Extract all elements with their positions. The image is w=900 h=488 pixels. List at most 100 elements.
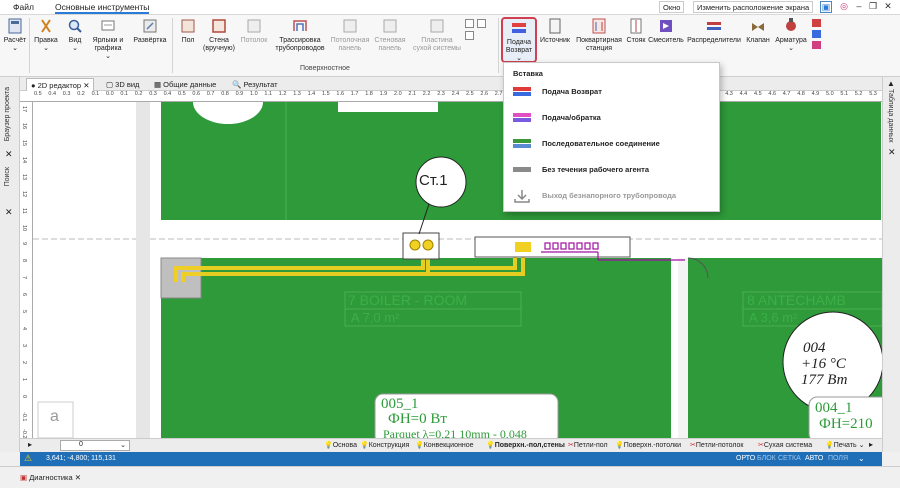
mode-ortho[interactable]: ОРТО bbox=[736, 455, 755, 462]
ruler-tick: 4.4 bbox=[739, 91, 748, 97]
pin-icon[interactable]: ✕ bbox=[5, 149, 13, 160]
tab-3d-view[interactable]: ▢ 3D вид bbox=[102, 78, 143, 91]
minimize-icon[interactable]: – bbox=[853, 1, 865, 13]
diagnostics-tab[interactable]: ▣ Диагностика ✕ bbox=[20, 473, 81, 482]
menu-file[interactable]: Файл bbox=[13, 2, 34, 12]
ruler-tick: 0.6 bbox=[192, 91, 201, 97]
supply-return-icon bbox=[511, 19, 527, 37]
tab-2d-editor[interactable]: ● 2D редактор ✕ bbox=[26, 78, 95, 91]
ceiling-button[interactable]: Потолок bbox=[238, 17, 270, 45]
close-diagnostics-icon[interactable]: ✕ bbox=[75, 473, 81, 482]
apartment-station-button[interactable]: Поквартирная станция bbox=[574, 17, 624, 53]
close-icon[interactable]: ✕ bbox=[882, 1, 894, 13]
menu-main-tools[interactable]: Основные инструменты bbox=[55, 2, 150, 14]
project-browser-tab[interactable]: Браузер проекта bbox=[4, 87, 11, 141]
ruler-tick: 4.6 bbox=[768, 91, 777, 97]
ribbon: Расчёт ⌄ Правка ⌄ Вид ⌄ Ярлыки и графика ⌄ Р… bbox=[0, 15, 900, 77]
ruler-tick: 0.9 bbox=[235, 91, 244, 97]
cloud-icon[interactable]: ◎ bbox=[838, 1, 850, 13]
mode-grid[interactable]: СЕТКА bbox=[778, 455, 801, 462]
restore-icon[interactable]: ❐ bbox=[867, 1, 879, 13]
mode-block[interactable]: БЛОК bbox=[757, 455, 776, 462]
ruler-tick: 0.3 bbox=[149, 91, 157, 97]
floor-plan bbox=[33, 102, 882, 438]
source-icon bbox=[547, 17, 563, 35]
series-connection-icon bbox=[513, 138, 531, 149]
riser-box[interactable] bbox=[402, 232, 440, 260]
menu-item-no-flow[interactable]: Без течения рабочего агента bbox=[504, 157, 719, 183]
close-data-table-icon[interactable]: ✕ bbox=[888, 147, 896, 158]
ruler-tick: 0.1 bbox=[91, 91, 100, 97]
layer-base[interactable]: 💡Основа bbox=[324, 441, 357, 449]
edit-button[interactable]: Правка ⌄ bbox=[32, 17, 60, 53]
source-button[interactable]: Источник bbox=[539, 17, 571, 45]
ruler-tick: 11 bbox=[21, 208, 27, 214]
close-tab-icon[interactable]: ✕ bbox=[83, 81, 89, 90]
pink-tool-icon[interactable] bbox=[812, 41, 821, 49]
layer-construction[interactable]: 💡Конструкция bbox=[360, 441, 409, 449]
drawing-canvas[interactable]: Ст.1 7 BOILER - ROOM A 7,0 m² 8 ANTECHAM… bbox=[33, 102, 882, 438]
mode-auto[interactable]: АВТО bbox=[805, 455, 823, 462]
apartment-station-icon bbox=[591, 17, 607, 35]
fittings-button[interactable]: Арматура ⌄ bbox=[773, 17, 809, 53]
floor-button[interactable]: Пол bbox=[177, 17, 199, 45]
labels-graphics-button[interactable]: Ярлыки и графика ⌄ bbox=[90, 17, 126, 61]
pipe-routing-button[interactable]: Трассировка трубопроводов bbox=[273, 17, 327, 53]
layer-print[interactable]: 💡Печать ⌄ bbox=[825, 441, 864, 449]
close-search-icon[interactable]: ✕ bbox=[5, 207, 13, 218]
tab-common-data[interactable]: ▦ Общие данные bbox=[150, 78, 220, 91]
ruler-tick: 0.7 bbox=[206, 91, 215, 97]
scale-select[interactable]: 0 ⌄ bbox=[60, 440, 130, 451]
frame-icon[interactable] bbox=[477, 19, 486, 28]
wall-panel-button[interactable]: Стеновая панель bbox=[372, 17, 408, 53]
warning-icon[interactable]: ⚠ bbox=[24, 453, 32, 464]
unfold-button[interactable]: Развёртка bbox=[131, 17, 169, 45]
layer-surface-floor-walls[interactable]: 💡Поверхн.-пол,стены bbox=[486, 441, 565, 449]
supply-return-button[interactable]: Подача Возврат ⌄ bbox=[501, 17, 537, 63]
layer-loops-floor[interactable]: ✂Петли-пол bbox=[568, 441, 608, 449]
calc-button[interactable]: Расчёт ⌄ bbox=[3, 17, 27, 53]
window-dropdown[interactable]: Окно bbox=[659, 1, 685, 13]
ruler-tick: 5 bbox=[21, 310, 27, 314]
menu-item-supply-return[interactable]: Подача Возврат bbox=[504, 79, 719, 105]
layer-surface-ceilings[interactable]: 💡Поверхн.-потолки bbox=[615, 441, 681, 449]
data-table-tab[interactable]: Таблица данных bbox=[887, 89, 894, 143]
ruler-tick: 2.4 bbox=[451, 91, 460, 97]
menu-item-gravity-outlet[interactable]: Выход безнапорного трубопровода bbox=[504, 183, 719, 209]
red-tool-icon[interactable] bbox=[812, 19, 821, 27]
search-tab[interactable]: Поиск bbox=[4, 167, 11, 186]
mixer-button[interactable]: Смеситель bbox=[648, 17, 684, 45]
riser-button[interactable]: Стояк bbox=[625, 17, 647, 45]
ruler-tick: 9 bbox=[21, 242, 27, 246]
layer-dry-system[interactable]: ✂Сухая система bbox=[758, 441, 812, 449]
scroll-right-icon[interactable]: ▸ bbox=[869, 440, 873, 449]
stack-icon[interactable] bbox=[465, 31, 474, 40]
coordinates: 3,641; -4,800; 115,131 bbox=[46, 455, 116, 462]
tag2-code: 004_1 bbox=[815, 400, 853, 416]
menu-item-supply-return-alt[interactable]: Подача/обратка bbox=[504, 105, 719, 131]
grid-icon[interactable] bbox=[465, 19, 474, 28]
distributors-button[interactable]: Распределители bbox=[687, 17, 741, 45]
layer-convection[interactable]: 💡Конвекционное bbox=[415, 441, 473, 449]
scroll-left-icon[interactable]: ▸ bbox=[28, 440, 42, 451]
calculator-icon bbox=[7, 17, 23, 35]
tab-result[interactable]: 🔍 Результат bbox=[228, 78, 282, 91]
change-layout-dropdown[interactable]: Изменить расположение экрана bbox=[693, 1, 814, 13]
save-icon[interactable]: ▣ bbox=[820, 1, 832, 13]
menu-item-series-connection[interactable]: Последовательное соединение bbox=[504, 131, 719, 157]
ruler-tick: 0.5 bbox=[178, 91, 186, 97]
valve-button[interactable]: Клапан bbox=[744, 17, 772, 45]
ceiling-panel-button[interactable]: Потолочная панель bbox=[330, 17, 370, 53]
chevron-down-icon[interactable]: ⌄ bbox=[858, 454, 865, 463]
wall-manual-button[interactable]: Стена (вручную) bbox=[203, 17, 235, 53]
dry-system-plate-button[interactable]: Пластина сухой системы bbox=[412, 17, 462, 53]
ruler-tick: 8 bbox=[21, 259, 27, 263]
blue-tool-icon[interactable] bbox=[812, 30, 821, 38]
view-button[interactable]: Вид ⌄ bbox=[63, 17, 87, 53]
mode-fields[interactable]: ПОЛЯ bbox=[828, 455, 848, 462]
arrow-up-icon[interactable]: ▲ bbox=[887, 79, 895, 88]
ruler-tick: 2.6 bbox=[480, 91, 489, 97]
layer-loops-ceiling[interactable]: ✂Петли-потолок bbox=[690, 441, 743, 449]
ceiling-icon bbox=[246, 17, 262, 35]
ruler-tick: 1 bbox=[21, 378, 27, 382]
